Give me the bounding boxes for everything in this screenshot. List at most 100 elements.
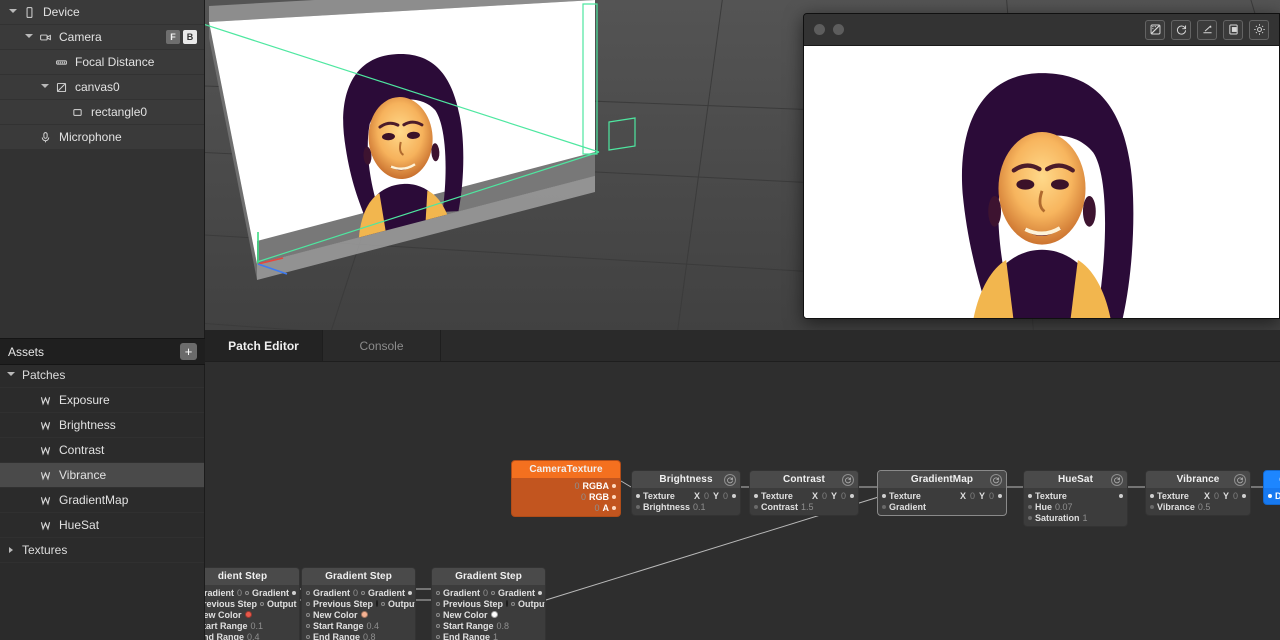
output-port-dot-left[interactable] <box>361 590 366 595</box>
preview-titlebar[interactable] <box>804 14 1279 46</box>
color-swatch[interactable] <box>360 611 368 618</box>
mask-icon[interactable] <box>1145 19 1165 40</box>
node-port-row[interactable]: Hue 0.07 <box>1024 501 1127 512</box>
output-port[interactable] <box>538 590 543 595</box>
patch-node-huesat[interactable]: HueSat Texture Hue 0.07 Saturation 1 <box>1023 470 1128 527</box>
input-port[interactable] <box>1150 504 1154 509</box>
node-header[interactable]: Vibrance <box>1146 471 1250 488</box>
input-port[interactable] <box>306 590 310 595</box>
color-swatch[interactable] <box>376 600 379 607</box>
scene-item-focal-distance[interactable]: Focal Distance <box>0 50 204 75</box>
asset-patch-vibrance[interactable]: Vibrance <box>0 463 204 488</box>
node-port-row[interactable]: Previous Step Output <box>432 598 545 609</box>
node-port-row[interactable]: Previous Step Output <box>302 598 415 609</box>
node-port-row[interactable]: Start Range 0.8 <box>432 620 545 631</box>
x-value[interactable]: 0 <box>822 491 827 501</box>
node-loop-icon[interactable] <box>990 473 1002 486</box>
output-port-dot-left[interactable] <box>260 601 265 606</box>
patch-node-defaultmaterial0[interactable]: defaultMaterial0 Diffuse Texture <box>1263 470 1280 505</box>
output-port[interactable] <box>612 505 616 510</box>
node-port-row[interactable]: New Color <box>432 609 545 620</box>
preview-window[interactable] <box>803 13 1280 319</box>
gear-icon[interactable] <box>1249 19 1269 40</box>
input-port[interactable] <box>306 634 310 639</box>
input-port[interactable] <box>306 623 310 628</box>
output-port[interactable] <box>292 590 297 595</box>
output-port-dot-left[interactable] <box>491 590 496 595</box>
output-group[interactable]: Output <box>260 599 299 609</box>
output-port[interactable] <box>1242 493 1246 498</box>
node-header[interactable]: Gradient Step <box>432 568 545 585</box>
input-port[interactable] <box>306 612 310 617</box>
x-value[interactable]: 0 <box>970 491 975 501</box>
node-port-row[interactable]: Gradient0Gradient <box>432 587 545 598</box>
asset-patch-brightness[interactable]: Brightness <box>0 413 204 438</box>
uv-fields[interactable] <box>1103 493 1123 498</box>
port-value[interactable]: 0.4 <box>367 621 380 631</box>
y-value[interactable]: 0 <box>723 491 728 501</box>
node-header[interactable]: dient Step <box>205 568 299 585</box>
output-group[interactable]: Output <box>381 599 415 609</box>
node-header[interactable]: Contrast <box>750 471 858 488</box>
port-value[interactable]: 0.1 <box>251 621 264 631</box>
port-value[interactable]: 0 <box>353 588 358 598</box>
output-port[interactable] <box>998 493 1002 498</box>
port-value[interactable]: 0.07 <box>1055 502 1073 512</box>
uv-fields[interactable]: X0Y0 <box>1204 491 1246 501</box>
input-port[interactable] <box>436 634 440 639</box>
assets-group-patches[interactable]: Patches <box>0 363 204 388</box>
patch-editor-canvas[interactable]: CameraTexture 0 RGBA 0 RGB 0 A Brightness Textur… <box>205 362 1280 640</box>
node-port-row[interactable]: Texture X 0 Y 0 <box>632 490 740 501</box>
patch-node-brightness[interactable]: Brightness Texture X 0 Y 0 Brightness 0.1 <box>631 470 741 516</box>
patch-node-gradientmap[interactable]: GradientMap Texture X 0 Y 0 Gradient <box>877 470 1007 516</box>
output-group[interactable]: Output <box>511 599 545 609</box>
node-port-row[interactable]: End Range0.4 <box>205 631 299 640</box>
disclosure-triangle[interactable] <box>4 547 18 553</box>
patch-node-vibrance[interactable]: Vibrance Texture X 0 Y 0 Vibrance 0.5 <box>1145 470 1251 516</box>
node-port-row[interactable]: Start Range0.1 <box>205 620 299 631</box>
patch-node-cameratexture[interactable]: CameraTexture 0 RGBA 0 RGB 0 A <box>511 460 621 517</box>
node-loop-icon[interactable] <box>842 473 854 486</box>
input-port[interactable] <box>1028 515 1032 520</box>
node-port-row[interactable]: Diffuse Texture <box>1264 490 1280 501</box>
node-port-row[interactable]: 0 RGB <box>512 491 620 502</box>
disclosure-triangle[interactable] <box>22 33 36 41</box>
output-port-dot-left[interactable] <box>381 601 386 606</box>
asset-patch-contrast[interactable]: Contrast <box>0 438 204 463</box>
asset-patch-exposure[interactable]: Exposure <box>0 388 204 413</box>
input-port[interactable] <box>754 493 758 498</box>
port-value[interactable]: 0.1 <box>693 502 706 512</box>
node-port-row[interactable]: New Color <box>302 609 415 620</box>
node-port-row[interactable]: Gradient0Gradient <box>302 587 415 598</box>
node-port-row[interactable]: Texture X 0 Y 0 <box>878 490 1006 501</box>
input-port[interactable] <box>436 612 440 617</box>
port-value[interactable]: 0.8 <box>497 621 510 631</box>
node-port-row[interactable]: 0 RGBA <box>512 480 620 491</box>
node-port-row[interactable]: Start Range 0.4 <box>302 620 415 631</box>
node-header[interactable]: Gradient Step <box>302 568 415 585</box>
output-group[interactable]: Gradient <box>361 588 413 598</box>
node-loop-icon[interactable] <box>1234 473 1246 486</box>
node-port-row[interactable]: New Color <box>205 609 299 620</box>
output-port[interactable] <box>408 590 413 595</box>
node-port-row[interactable]: Texture <box>1024 490 1127 501</box>
node-port-row[interactable]: End Range 1 <box>432 631 545 640</box>
port-value[interactable]: 1 <box>493 632 498 640</box>
window-controls[interactable] <box>814 24 844 35</box>
node-header[interactable]: Brightness <box>632 471 740 488</box>
x-value[interactable]: 0 <box>704 491 709 501</box>
input-port[interactable] <box>882 493 886 498</box>
share-icon[interactable] <box>1197 19 1217 40</box>
node-loop-icon[interactable] <box>1111 473 1123 486</box>
node-header[interactable]: GradientMap <box>878 471 1006 488</box>
output-port[interactable] <box>850 493 854 498</box>
output-port[interactable] <box>612 494 616 499</box>
node-loop-icon[interactable] <box>724 473 736 486</box>
input-port[interactable] <box>754 504 758 509</box>
output-port[interactable] <box>732 493 736 498</box>
patch-node-contrast[interactable]: Contrast Texture X 0 Y 0 Contrast 1.5 <box>749 470 859 516</box>
node-port-row[interactable]: Vibrance 0.5 <box>1146 501 1250 512</box>
patch-node-gradient-step-3[interactable]: Gradient Step Gradient 0 Gradient Previous S… <box>431 567 546 640</box>
input-port[interactable] <box>1028 493 1032 498</box>
node-port-row[interactable]: Previous Step Output <box>205 598 299 609</box>
